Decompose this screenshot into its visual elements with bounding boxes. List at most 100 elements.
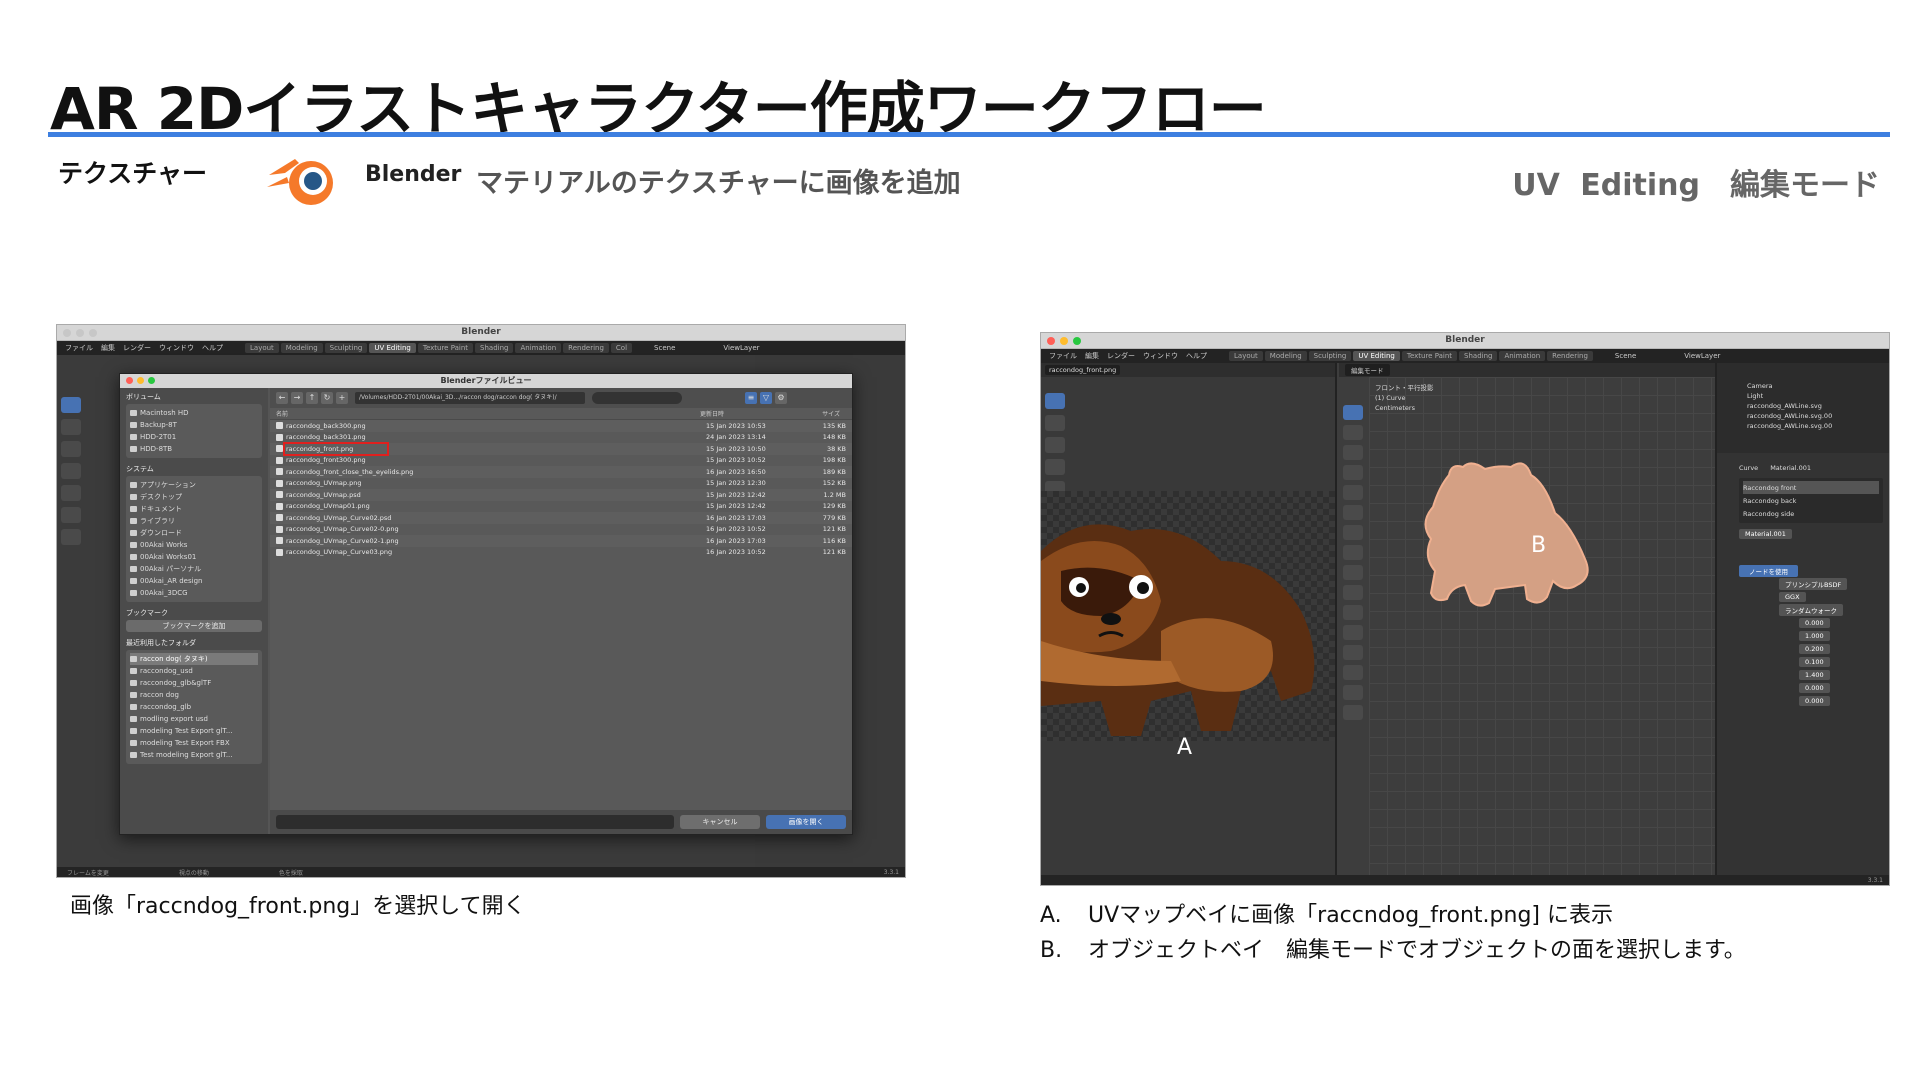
volume-item[interactable]: HDD-2T01 — [130, 431, 258, 443]
material-slot[interactable]: Raccondog side — [1743, 507, 1879, 520]
outliner-item[interactable]: raccondog_AWLine.svg — [1747, 401, 1889, 411]
column-date[interactable]: 更新日時 — [700, 409, 790, 418]
value-field[interactable]: 1.000 — [1799, 630, 1830, 641]
material-slot[interactable]: Raccondog front — [1743, 481, 1879, 494]
uv-image-canvas[interactable] — [1041, 491, 1335, 741]
recent-heading[interactable]: 最近利用したフォルダ — [126, 638, 262, 648]
value-field[interactable]: 1.400 — [1799, 669, 1830, 680]
recent-item[interactable]: modeling Test Export glT... — [130, 725, 258, 737]
volume-item[interactable]: Backup-8T — [130, 419, 258, 431]
raccoon-dog-silhouette[interactable] — [1339, 363, 1715, 875]
refresh-icon[interactable]: ↻ — [321, 392, 333, 404]
menu-edit[interactable]: 編集 — [101, 343, 115, 353]
system-item[interactable]: 00Akai_AR design — [130, 575, 258, 587]
filter-icon[interactable]: ▽ — [760, 392, 772, 404]
menu-window[interactable]: ウィンドウ — [159, 343, 194, 353]
new-folder-icon[interactable]: + — [336, 392, 348, 404]
uv-editor-pane[interactable]: raccondog_front.png A — [1041, 363, 1337, 875]
file-row[interactable]: raccondog_UVmap.psd 15 Jan 2023 12:42 1.2 … — [270, 489, 852, 501]
distribution-dropdown[interactable]: GGX — [1779, 591, 1806, 602]
parent-folder-icon[interactable]: ↑ — [306, 392, 318, 404]
menu-render[interactable]: レンダー — [1107, 351, 1135, 361]
system-item[interactable]: ダウンロード — [130, 527, 258, 539]
add-bookmark-button[interactable]: ブックマークを追加 — [126, 620, 262, 632]
value-field[interactable]: 0.000 — [1799, 682, 1830, 693]
annotate-tool-icon[interactable] — [61, 529, 81, 545]
dialog-window-controls[interactable] — [126, 377, 155, 384]
scene-selector[interactable]: Scene — [1615, 352, 1636, 360]
tab-shading[interactable]: Shading — [475, 343, 514, 353]
recent-item[interactable]: Test modeling Export glT... — [130, 749, 258, 761]
surface-shader-field[interactable]: プリンシプルBSDF — [1779, 577, 1848, 590]
move-tool-icon[interactable] — [1045, 437, 1065, 453]
tab-compositing[interactable]: Col — [610, 343, 633, 353]
file-row[interactable]: raccondog_back301.png 24 Jan 2023 13:14 14… — [270, 432, 852, 444]
transform-tool-icon[interactable] — [61, 507, 81, 523]
menu-window[interactable]: ウィンドウ — [1143, 351, 1178, 361]
back-icon[interactable]: ← — [276, 392, 288, 404]
tab-animation[interactable]: Animation — [1499, 351, 1546, 361]
scene-selector[interactable]: Scene — [654, 344, 675, 352]
tab-rendering[interactable]: Rendering — [563, 343, 609, 353]
outliner-item[interactable]: raccondog_AWLine.svg.00 — [1747, 421, 1889, 431]
scale-tool-icon[interactable] — [61, 485, 81, 501]
value-field[interactable]: 0.000 — [1799, 695, 1830, 706]
system-item[interactable]: 00Akai パーソナル — [130, 563, 258, 575]
material-slot[interactable]: Raccondog back — [1743, 494, 1879, 507]
value-field[interactable]: 0.100 — [1799, 656, 1830, 667]
column-name[interactable]: 名前 — [270, 409, 700, 418]
file-row-selected[interactable]: raccondog_front.png 15 Jan 2023 10:50 38 K… — [270, 441, 852, 456]
file-row[interactable]: raccondog_back300.png 15 Jan 2023 10:53 13… — [270, 420, 852, 432]
cancel-button[interactable]: キャンセル — [680, 815, 760, 829]
menu-render[interactable]: レンダー — [123, 343, 151, 353]
tab-uv-editing[interactable]: UV Editing — [1353, 351, 1400, 361]
filename-input[interactable] — [276, 815, 674, 829]
view-layer-selector[interactable]: ViewLayer — [1684, 352, 1720, 360]
file-row[interactable]: raccondog_UVmap_Curve02-0.png 16 Jan 2023… — [270, 524, 852, 536]
tab-animation[interactable]: Animation — [515, 343, 562, 353]
tab-sculpting[interactable]: Sculpting — [324, 343, 368, 353]
file-row[interactable]: raccondog_UVmap_Curve02.psd 16 Jan 2023 1… — [270, 512, 852, 524]
tab-uv-editing[interactable]: UV Editing — [369, 343, 416, 353]
outliner-item-camera[interactable]: Camera — [1747, 381, 1889, 391]
forward-icon[interactable]: → — [291, 392, 303, 404]
outliner-item[interactable]: raccondog_AWLine.svg.00 — [1747, 411, 1889, 421]
system-item[interactable]: デスクトップ — [130, 491, 258, 503]
tab-modeling[interactable]: Modeling — [1264, 351, 1307, 361]
recent-item[interactable]: raccon dog( タヌキ) — [130, 653, 258, 665]
recent-item[interactable]: modling export usd — [130, 713, 258, 725]
3d-viewport-pane[interactable]: 編集モード フロント・平行投影 (1) Curve Centimeters B — [1339, 363, 1715, 875]
value-field[interactable]: 0.200 — [1799, 643, 1830, 654]
volume-item[interactable]: HDD-8TB — [130, 443, 258, 455]
volume-item[interactable]: Macintosh HD — [130, 407, 258, 419]
system-item[interactable]: ドキュメント — [130, 503, 258, 515]
menu-help[interactable]: ヘルプ — [1186, 351, 1207, 361]
settings-gear-icon[interactable]: ⚙ — [775, 392, 787, 404]
bookmarks-heading[interactable]: ブックマーク — [126, 608, 262, 618]
cursor-tool-icon[interactable] — [61, 419, 81, 435]
menu-file[interactable]: ファイル — [65, 343, 93, 353]
path-field[interactable]: /Volumes/HDD-2T01/00Akai_3D.../raccon do… — [355, 392, 585, 404]
outliner-item-light[interactable]: Light — [1747, 391, 1889, 401]
move-tool-icon[interactable] — [61, 441, 81, 457]
file-row[interactable]: raccondog_UVmap_Curve02-1.png 16 Jan 2023… — [270, 535, 852, 547]
recent-item[interactable]: raccondog_usd — [130, 665, 258, 677]
recent-item[interactable]: raccondog_glb&glTF — [130, 677, 258, 689]
subsurface-method-dropdown[interactable]: ランダムウォーク — [1779, 603, 1843, 616]
system-heading[interactable]: システム — [126, 464, 262, 474]
system-item[interactable]: 00Akai_3DCG — [130, 587, 258, 599]
tab-layout[interactable]: Layout — [1229, 351, 1263, 361]
file-row[interactable]: raccondog_UVmap01.png 15 Jan 2023 12:42 12… — [270, 501, 852, 513]
recent-item[interactable]: raccon dog — [130, 689, 258, 701]
system-item[interactable]: 00Akai Works01 — [130, 551, 258, 563]
tab-modeling[interactable]: Modeling — [280, 343, 323, 353]
rotate-tool-icon[interactable] — [61, 463, 81, 479]
view-layer-selector[interactable]: ViewLayer — [723, 344, 759, 352]
tab-texture-paint[interactable]: Texture Paint — [1401, 351, 1458, 361]
file-row[interactable]: raccondog_front_close_the_eyelids.png 16 … — [270, 466, 852, 478]
recent-item[interactable]: raccondog_glb — [130, 701, 258, 713]
cursor-tool-icon[interactable] — [1045, 415, 1065, 431]
value-field[interactable]: 0.000 — [1799, 617, 1830, 628]
tab-shading[interactable]: Shading — [1459, 351, 1498, 361]
search-input[interactable] — [592, 392, 682, 404]
